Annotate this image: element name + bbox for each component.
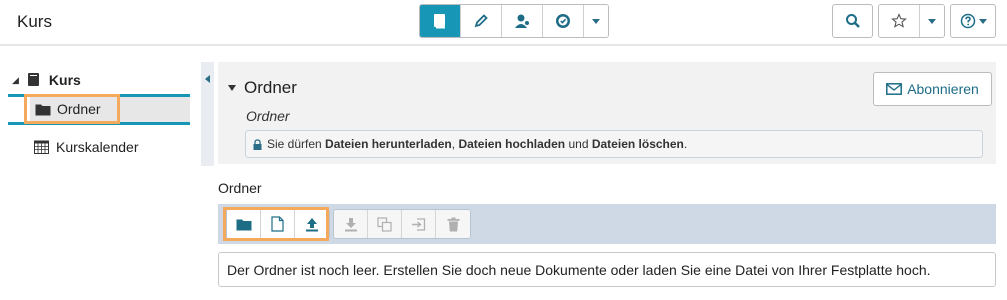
top-bar: Kurs	[0, 0, 1007, 46]
book-icon	[27, 73, 39, 86]
new-document-button[interactable]	[261, 210, 295, 238]
subscribe-button[interactable]: Abonnieren	[873, 72, 992, 106]
course-title: Kurs	[17, 12, 52, 31]
user-icon	[515, 14, 529, 28]
permissions-info: Sie dürfen Dateien herunterladen, Dateie…	[245, 130, 983, 158]
node-title[interactable]: Ordner	[228, 78, 297, 98]
subscribe-label: Abonnieren	[907, 81, 979, 97]
star-icon	[891, 13, 907, 28]
folder-create-group	[226, 209, 330, 239]
nav-root-item[interactable]: ◢ Kurs	[12, 72, 81, 88]
upload-button[interactable]	[295, 210, 329, 238]
delete-button[interactable]	[436, 210, 470, 238]
collapse-arrow-icon	[228, 85, 236, 91]
folder-actions-group	[333, 209, 471, 239]
book-icon	[434, 14, 445, 29]
folder-heading: Ordner	[218, 180, 262, 196]
download-button[interactable]	[334, 210, 368, 238]
course-tools	[419, 4, 609, 38]
trash-icon	[447, 217, 459, 231]
badge-icon	[556, 14, 570, 28]
assessment-button[interactable]	[543, 5, 584, 37]
search-icon	[845, 14, 860, 28]
chevron-down-icon	[978, 18, 987, 24]
chevron-down-icon	[592, 18, 600, 24]
help-button[interactable]	[950, 4, 996, 38]
more-tools-button[interactable]	[584, 5, 608, 37]
copy-icon	[377, 216, 392, 232]
nav-item-label: Ordner	[57, 101, 101, 117]
move-button[interactable]	[402, 210, 436, 238]
node-subtitle: Ordner	[246, 108, 290, 124]
new-folder-button[interactable]	[227, 210, 261, 238]
course-editor-button[interactable]	[461, 5, 502, 37]
node-title-text: Ordner	[244, 78, 297, 97]
bookmark-button[interactable]	[879, 5, 920, 37]
course-navigation: ◢ Kurs Ordner Kurskalender	[0, 48, 200, 300]
empty-folder-message: Der Ordner ist noch leer. Erstellen Sie …	[218, 252, 996, 287]
nav-root-label: Kurs	[48, 72, 81, 88]
permissions-text: Sie dürfen Dateien herunterladen, Dateie…	[267, 137, 688, 151]
download-icon	[344, 217, 357, 231]
bookmark-group	[878, 4, 945, 38]
new-folder-icon	[236, 219, 251, 230]
lock-icon	[253, 138, 262, 150]
collapse-toggle-icon[interactable]: ◢	[12, 75, 19, 86]
nav-item-ordner[interactable]: Ordner	[24, 94, 120, 124]
course-node-header: Ordner Abonnieren Ordner Sie dürfen Date…	[218, 62, 996, 164]
help-icon	[960, 13, 975, 29]
nav-item-label: Kurskalender	[56, 139, 139, 155]
bookmark-menu-button[interactable]	[920, 5, 944, 37]
pencil-icon	[474, 14, 488, 28]
nav-item-kurskalender[interactable]: Kurskalender	[34, 139, 139, 155]
calendar-icon	[34, 140, 49, 154]
folder-toolbar	[218, 204, 996, 244]
folder-icon	[35, 104, 51, 115]
members-button[interactable]	[502, 5, 543, 37]
chevron-left-icon	[205, 75, 210, 83]
course-content-button[interactable]	[420, 5, 461, 37]
envelope-icon	[886, 83, 903, 95]
move-icon	[412, 217, 426, 231]
new-document-icon	[271, 216, 284, 232]
upload-icon	[306, 217, 318, 231]
search-button[interactable]	[832, 4, 873, 38]
copy-button[interactable]	[368, 210, 402, 238]
chevron-down-icon	[928, 18, 936, 24]
